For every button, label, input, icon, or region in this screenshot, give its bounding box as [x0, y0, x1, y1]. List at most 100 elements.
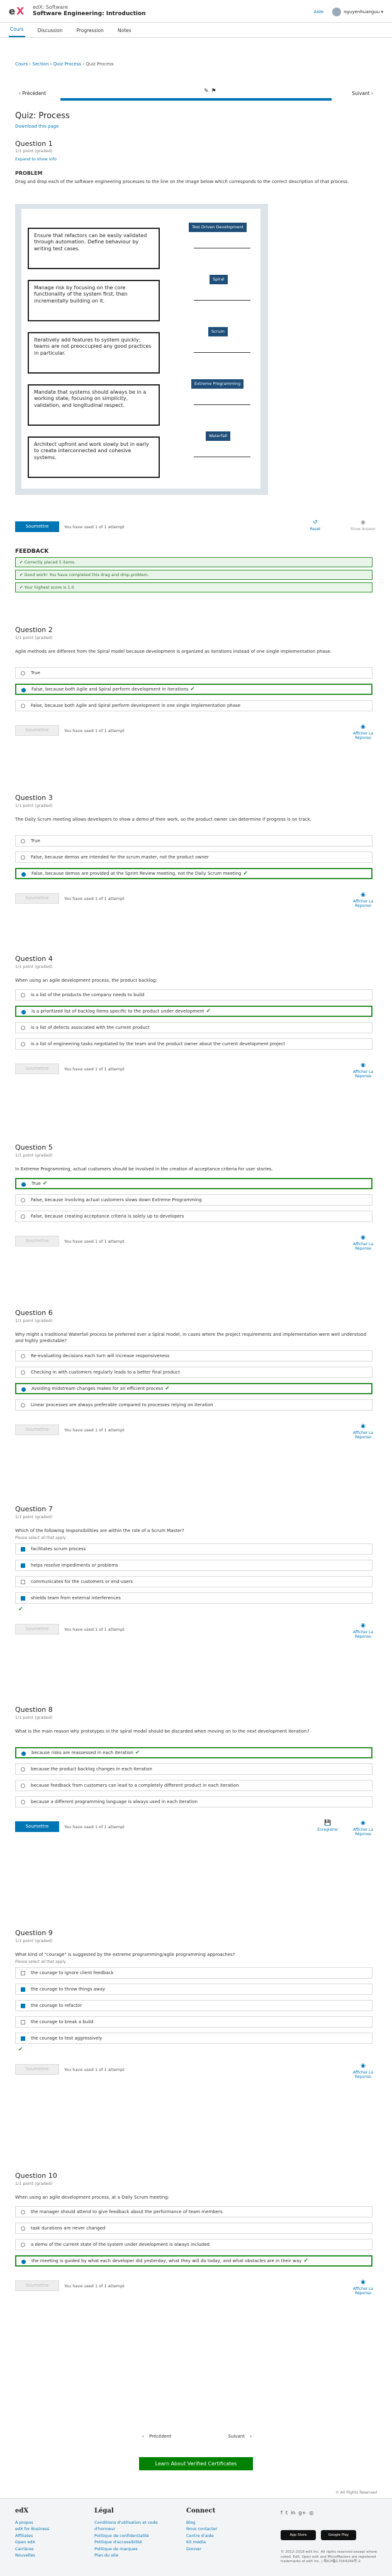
footer-link[interactable]: Politique d'accessibilité	[94, 2539, 164, 2545]
verified-certificate-button[interactable]: Learn About Verified Certificates	[139, 2457, 253, 2470]
radio-option[interactable]: is a list of engineering tasks negotiate…	[15, 1038, 372, 1050]
bottom-next-button[interactable]: Suivant ›	[221, 2431, 255, 2441]
radio-icon[interactable]	[21, 688, 26, 692]
radio-option[interactable]: True ✔	[15, 1178, 372, 1189]
checkbox-option[interactable]: helps resolve impediments or problems	[15, 1560, 372, 1571]
breadcrumb-course[interactable]: Cours	[15, 62, 28, 67]
checkbox-option[interactable]: the courage to break a build	[15, 2016, 372, 2028]
help-link[interactable]: Aide	[314, 9, 323, 14]
tab-course[interactable]: Cours	[9, 26, 25, 37]
prev-unit-button[interactable]: ‹ Précédent	[15, 88, 50, 99]
checkbox-icon[interactable]	[21, 2020, 25, 2024]
radio-icon[interactable]	[21, 1767, 25, 1772]
radio-icon[interactable]	[21, 1026, 25, 1030]
radio-icon[interactable]	[21, 1370, 25, 1375]
tab-progress[interactable]: Progression	[75, 28, 104, 37]
radio-option[interactable]: Re-evaluating decisions each turn will i…	[15, 1350, 372, 1362]
checkbox-icon[interactable]	[21, 1971, 25, 1975]
submit-button[interactable]: Soumettre	[15, 893, 59, 904]
radio-icon[interactable]	[21, 1387, 26, 1392]
checkbox-option[interactable]: the courage to ignore client feedback	[15, 1967, 372, 1979]
submit-button[interactable]: Soumettre	[15, 1624, 59, 1635]
radio-option[interactable]: False, because both Agile and Spiral per…	[15, 700, 372, 711]
twitter-icon[interactable]: t	[286, 2510, 288, 2516]
radio-option[interactable]: False, because demos are provided at the…	[15, 868, 372, 879]
radio-option[interactable]: a demo of the current state of the syste…	[15, 2239, 372, 2250]
google-plus-icon[interactable]: g+	[299, 2510, 306, 2516]
radio-icon[interactable]	[21, 872, 26, 877]
radio-option[interactable]: is a list of the products the company ne…	[15, 989, 372, 1001]
next-unit-button[interactable]: Suivant ›	[348, 88, 377, 99]
radio-icon[interactable]	[21, 1403, 25, 1407]
radio-icon[interactable]	[21, 2260, 26, 2264]
footer-link[interactable]: Politique de confidentialité	[94, 2533, 164, 2539]
checkbox-icon[interactable]	[21, 1580, 25, 1584]
show-answer-button[interactable]: ◉ Afficher La Réponse	[349, 892, 377, 909]
footer-link[interactable]: Nouvelles	[15, 2552, 49, 2558]
radio-icon[interactable]	[21, 1182, 26, 1187]
radio-icon[interactable]	[21, 1752, 26, 1756]
footer-link[interactable]: Nous contacter	[186, 2526, 217, 2532]
submit-button[interactable]: Soumettre	[15, 2064, 59, 2075]
user-dropdown[interactable]: nguyenhuanguu ▾	[332, 8, 383, 16]
draggable-tag[interactable]: Spiral	[210, 275, 228, 284]
radio-icon[interactable]	[21, 1800, 25, 1804]
submit-button[interactable]: Soumettre	[15, 2280, 59, 2291]
radio-option[interactable]: Avoiding midstream changes makes for an …	[15, 1383, 372, 1394]
radio-option[interactable]: False, because both Agile and Spiral per…	[15, 684, 372, 695]
expand-info-link[interactable]: Expand to show info	[15, 157, 57, 162]
footer-link[interactable]: Donner	[186, 2546, 217, 2552]
submit-button[interactable]: Soumettre	[15, 521, 59, 532]
checkbox-option[interactable]: facilitates scrum process	[15, 1543, 372, 1555]
radio-option[interactable]: because risks are reassessed in each ite…	[15, 1747, 372, 1758]
footer-link[interactable]: Plan du site	[94, 2552, 164, 2558]
bottom-prev-button[interactable]: ‹ Précédent	[138, 2431, 179, 2441]
radio-option[interactable]: because a different programming language…	[15, 1796, 372, 1807]
checkbox-icon[interactable]	[21, 1987, 25, 1992]
google-play-badge[interactable]: Google Play	[321, 2530, 356, 2540]
radio-option[interactable]: because feedback from customers can lead…	[15, 1780, 372, 1791]
footer-link[interactable]: Affiliates	[15, 2533, 49, 2539]
radio-option[interactable]: False, because demos are intended for th…	[15, 852, 372, 863]
radio-icon[interactable]	[21, 671, 25, 675]
checkbox-icon[interactable]	[21, 2004, 25, 2008]
footer-link[interactable]: Politique de marques	[94, 2546, 164, 2552]
checkbox-option[interactable]: shields team from external interferences	[15, 1592, 372, 1604]
radio-icon[interactable]	[21, 855, 25, 860]
radio-icon[interactable]	[21, 1784, 25, 1788]
draggable-tag[interactable]: Scrum	[208, 327, 228, 336]
show-answer-button[interactable]: ◉ Afficher La Réponse	[349, 724, 377, 741]
radio-icon[interactable]	[21, 704, 25, 708]
submit-button[interactable]: Soumettre	[15, 1424, 59, 1435]
checkbox-icon[interactable]	[21, 1596, 25, 1601]
footer-link[interactable]: Blog	[186, 2519, 217, 2526]
submit-button[interactable]: Soumettre	[15, 1063, 59, 1074]
radio-icon[interactable]	[21, 2243, 25, 2247]
reset-button[interactable]: ↺ Reset	[301, 519, 329, 531]
submit-button[interactable]: Soumettre	[15, 1821, 59, 1832]
footer-link[interactable]: À propos	[15, 2519, 49, 2526]
radio-option[interactable]: True	[15, 667, 372, 679]
radio-option[interactable]: task durations are never changed	[15, 2223, 372, 2234]
draggable-tag[interactable]: Waterfall	[206, 431, 231, 441]
radio-icon[interactable]	[21, 1214, 25, 1219]
radio-icon[interactable]	[21, 2210, 25, 2214]
radio-option[interactable]: the manager should attend to give feedba…	[15, 2206, 372, 2218]
radio-option[interactable]: the meeting is guided by what each devel…	[15, 2255, 372, 2267]
radio-option[interactable]: because the product backlog changes in e…	[15, 1763, 372, 1775]
footer-link[interactable]: Open edX	[15, 2539, 49, 2545]
footer-link[interactable]: Kit média	[186, 2539, 217, 2545]
edx-logo[interactable]: eX	[9, 5, 28, 17]
bookmark-icon[interactable]: ⚑	[211, 88, 219, 94]
footer-link[interactable]: Conditions d'utilisation et code d'honne…	[94, 2519, 164, 2533]
checkbox-option[interactable]: communicates for the customers or end-us…	[15, 1576, 372, 1587]
show-answer-button[interactable]: ◉ Afficher La Réponse	[349, 1062, 377, 1079]
checkbox-icon[interactable]	[21, 1563, 25, 1568]
tab-notes[interactable]: Notes	[116, 28, 133, 37]
radio-option[interactable]: is a list of defects associated with the…	[15, 1022, 372, 1033]
radio-option[interactable]: Checking in with customers regularly lea…	[15, 1367, 372, 1378]
footer-link[interactable]: Carrières	[15, 2546, 49, 2552]
radio-icon[interactable]	[21, 839, 25, 843]
tab-discussion[interactable]: Discussion	[36, 28, 64, 37]
show-answer-button[interactable]: ◉ Show Answer	[349, 519, 377, 531]
